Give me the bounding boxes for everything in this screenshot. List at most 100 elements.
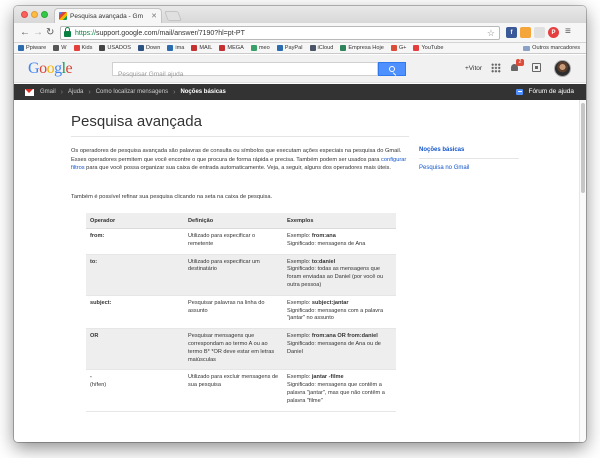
minimize-window-button[interactable] [31,11,38,18]
apps-grid-icon[interactable] [491,63,501,73]
maximize-window-button[interactable] [41,11,48,18]
example-query: from:ana OR from:daniel [311,333,378,340]
help-forum-label: Fórum de ajuda [528,88,574,95]
bookmark-item[interactable]: Empresa Hoje [340,45,384,51]
operator-cell: to: [86,254,184,296]
help-forum-link[interactable]: Fórum de ajuda [516,88,574,95]
tab-strip: Pesquisa avançada - Gm ✕ [14,6,586,23]
reload-icon[interactable]: ↻ [46,27,54,39]
share-icon[interactable] [532,63,541,72]
bookmark-item[interactable]: Down [138,45,160,51]
bookmark-item[interactable]: Ppiware [18,45,46,51]
operator-cell: from: [86,228,184,255]
bookmark-favicon-icon [73,45,80,51]
bookmark-label: MEGA [227,45,244,51]
bookmark-label: USADOS [107,45,132,51]
bookmark-item[interactable]: MAIL [191,45,212,51]
side-navigation: Noções básicas Pesquisa no Gmail [419,147,519,171]
bookmark-star-icon[interactable]: ☆ [487,28,495,39]
bookmark-favicon-icon [191,45,198,51]
bookmark-item[interactable]: ima [167,45,184,51]
table-row: from: Utilizado para especificar o remete… [86,228,396,255]
bookmark-label: G+ [398,45,407,51]
bookmark-favicon-icon [53,45,60,51]
definition-cell: Utilizado para especificar o remetente [184,228,283,255]
bookmark-favicon-icon [167,45,174,51]
bookmark-item[interactable]: PayPal [276,45,303,51]
example-prefix: Exemplo: [287,374,312,381]
bookmark-item[interactable]: meo [250,45,270,51]
bookmark-label: Empresa Hoje [348,45,384,51]
bookmark-label: ima [175,45,185,51]
extension-pinterest-icon[interactable]: P [548,27,559,38]
operator-name: to: [90,258,98,265]
bookmark-favicon-icon [99,45,106,51]
example-query: to:daniel [311,258,336,265]
table-row: to: Utilizado para especificar um destina… [86,254,396,296]
refine-search-paragraph: Também é possível refinar sua pesquisa c… [71,194,273,200]
tab-title: Pesquisa avançada - Gm [70,12,143,20]
back-arrow-icon[interactable]: ← [20,27,30,39]
table-row: subject: Pesquisar palavras na linha do a… [86,295,396,330]
table-row: OR Pesquisar mensagens que correspondam a… [86,328,396,371]
user-profile-link[interactable]: +Vitor [465,65,482,72]
extension-window-icon[interactable] [534,27,545,38]
url-text[interactable]: https://support.google.com/mail/answer/7… [75,30,245,37]
example-query: subject:jantar [311,299,349,306]
example-cell: Exemplo: from:ana Significado: mensagens … [283,228,396,255]
table-header-row: Operador Definição Exemplos [86,213,396,229]
example-meaning: Significado: mensagens com a palavra "ja… [287,307,384,322]
scrollbar-thumb[interactable] [581,103,585,193]
logo-letter: g [54,60,62,77]
definition-cell: Utilizado para excluir mensagens de sua … [184,369,283,412]
new-tab-button[interactable] [164,11,182,21]
bookmark-item[interactable]: W [53,45,67,51]
notification-count-badge[interactable]: 2 [516,59,524,66]
example-prefix: Exemplo: [287,299,312,306]
bookmark-label: iCloud [317,45,334,51]
url-protocol: https:// [75,29,97,37]
extension-puzzle-icon[interactable] [520,27,531,38]
bookmarks-bar: Ppiware W Kids USADOS Down ima MAIL MEGA meo PayP… [14,43,586,54]
google-logo[interactable]: Google [28,60,73,78]
bookmark-item[interactable]: iCloud [309,45,334,51]
search-button[interactable] [378,62,406,76]
bookmark-item[interactable]: MEGA [219,45,244,51]
close-window-button[interactable] [21,11,28,18]
bookmark-label: meo [258,45,270,51]
logo-letter: e [65,60,73,77]
avatar[interactable] [554,60,571,77]
forward-arrow-icon[interactable]: → [33,27,43,39]
breadcrumb-ajuda[interactable]: Ajuda [68,89,83,95]
bookmark-item[interactable]: USADOS [99,45,131,51]
breadcrumb-como-localizar[interactable]: Como localizar mensagens [96,89,168,95]
gmail-logo-icon[interactable] [25,88,34,96]
other-bookmarks[interactable]: Outros marcadores [523,45,580,51]
definition-cell: Pesquisar mensagens que correspondam ao … [184,328,283,371]
logo-letter: G [28,60,40,77]
example-line: Exemplo: from:ana [287,233,392,241]
browser-menu-icon[interactable]: ≡ [565,26,571,37]
browser-tab[interactable]: Pesquisa avançada - Gm ✕ [54,8,162,23]
operators-table: Operador Definição Exemplos from: Utiliza… [86,213,396,412]
bookmark-item[interactable]: G+ [390,45,407,51]
bookmark-favicon-icon [18,45,24,51]
example-query: jantar -filme [311,374,344,381]
column-header-definition: Definição [184,213,283,229]
breadcrumb-gmail[interactable]: Gmail [40,89,56,95]
address-bar[interactable]: https://support.google.com/mail/answer/7… [60,26,500,40]
bookmark-item[interactable]: YouTube [413,45,443,51]
bookmark-item[interactable]: Kids [73,45,93,51]
toc-link-nocoes-basicas[interactable]: Noções básicas [419,147,519,153]
logo-letter: o [46,60,55,77]
article-content: Pesquisa avançada Os operadores de pesqu… [14,100,586,442]
toc-link-pesquisa-gmail[interactable]: Pesquisa no Gmail [419,165,519,171]
chevron-right-icon: › [173,88,176,96]
bookmark-label: Kids [81,45,93,51]
operator-name: from: [90,233,105,239]
close-tab-icon[interactable]: ✕ [151,12,157,20]
bookmark-label: W [61,45,67,51]
operator-cell: OR [86,328,184,371]
extension-facebook-icon[interactable]: f [506,27,517,38]
help-search-input[interactable] [113,68,377,81]
